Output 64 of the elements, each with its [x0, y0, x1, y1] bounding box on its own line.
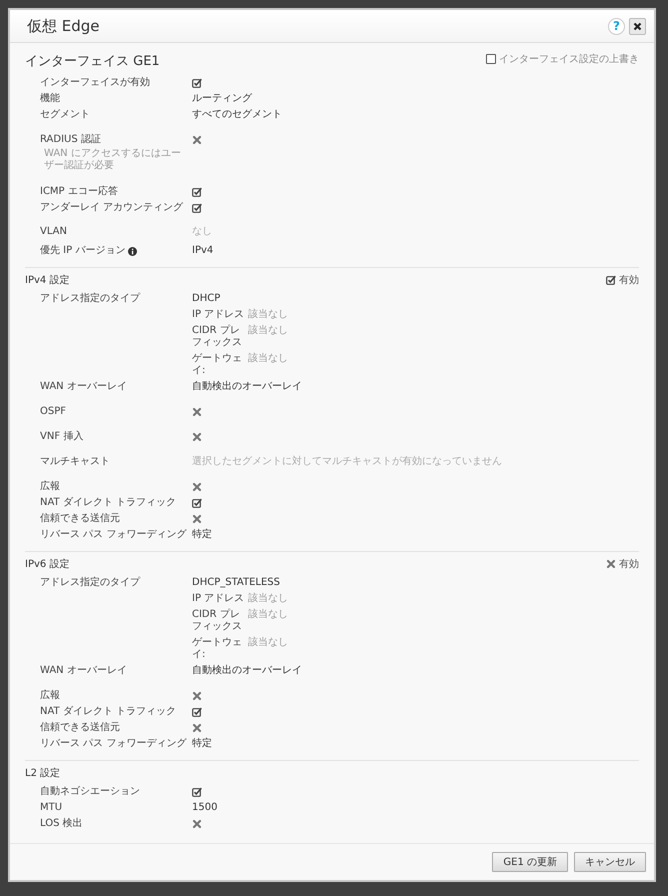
update-button[interactable]: GE1 の更新 [492, 852, 568, 872]
field-label: 自動ネゴシエーション [40, 785, 140, 799]
field-label: IP アドレス [192, 308, 246, 322]
field-label: セグメント [40, 108, 90, 122]
field-label: NAT ダイレクト トラフィック [40, 496, 176, 510]
field-label: RADIUS 認証 [40, 132, 101, 147]
field-value: 該当なし [248, 636, 288, 650]
status-label: 有効 [619, 274, 639, 287]
section-title: インターフェイス GE1 [25, 53, 160, 70]
checkbox-label: インターフェイス設定の上書き [499, 52, 639, 66]
field-label: WAN オーバーレイ [40, 380, 127, 394]
cancel-button[interactable]: キャンセル [574, 852, 646, 872]
field-value: IPv4 [192, 244, 214, 258]
field-value: DHCP_STATELESS [192, 576, 280, 590]
status-label: 有効 [619, 558, 639, 571]
field-label: アンダーレイ アカウンティング [40, 201, 184, 215]
field-label: 信頼できる送信元 [40, 512, 120, 526]
field-value: DHCP [192, 292, 220, 306]
close-icon [633, 22, 642, 30]
checkbox[interactable] [486, 54, 496, 64]
field-label: VNF 挿入 [40, 430, 84, 444]
field-label: OSPF [40, 405, 66, 419]
field-value: 該当なし [248, 592, 288, 606]
field-label: ゲートウェイ: [192, 352, 243, 378]
field-value: 該当なし [248, 352, 288, 366]
field-value: 特定 [192, 528, 212, 542]
field-label: 優先 IP バージョン [40, 244, 126, 258]
field-value: 1500 [192, 801, 218, 815]
field-value: 自動検出のオーバーレイ [192, 664, 302, 678]
field-value: 該当なし [248, 608, 288, 622]
section-title: IPv4 設定 [25, 274, 70, 287]
help-text: WAN にアクセスするにはユーザー認証が必要 [43, 148, 182, 172]
field-value: 自動検出のオーバーレイ [192, 380, 302, 394]
field-value: ルーティング [192, 92, 252, 106]
field-label: リバース パス フォワーディング [40, 737, 186, 751]
close-button[interactable] [629, 18, 646, 34]
field-label: 信頼できる送信元 [40, 720, 120, 735]
section-title: IPv6 設定 [25, 558, 70, 571]
field-label: リバース パス フォワーディング [40, 528, 186, 542]
field-label: 機能 [40, 92, 60, 106]
field-label: IP アドレス [192, 592, 246, 606]
field-value: 該当なし [248, 324, 288, 338]
section-title: L2 設定 [25, 766, 60, 780]
field-label: MTU [40, 801, 62, 815]
field-value: すべてのセグメント [192, 108, 282, 122]
field-value: 特定 [192, 736, 212, 751]
field-label: LOS 検出 [40, 816, 83, 831]
field-label: 広報 [40, 480, 60, 494]
field-value: なし [192, 225, 212, 239]
field-label: VLAN [40, 225, 67, 239]
field-label: アドレス指定のタイプ [40, 292, 140, 306]
field-label: ICMP エコー応答 [40, 184, 118, 199]
field-label: CIDR プレフィックス [192, 608, 243, 634]
window-title: 仮想 Edge [27, 16, 100, 36]
field-label: ゲートウェイ: [192, 636, 243, 662]
field-label: CIDR プレフィックス [192, 324, 243, 350]
field-label: 広報 [40, 688, 60, 703]
field-label: マルチキャスト [40, 455, 110, 469]
field-value: 選択したセグメントに対してマルチキャストが有効になっていません [192, 454, 502, 469]
field-label: インターフェイスが有効 [40, 76, 150, 90]
field-label: WAN オーバーレイ [40, 664, 127, 678]
field-label: アドレス指定のタイプ [40, 576, 140, 590]
field-value: 該当なし [248, 308, 288, 322]
field-label: NAT ダイレクト トラフィック [40, 705, 176, 719]
